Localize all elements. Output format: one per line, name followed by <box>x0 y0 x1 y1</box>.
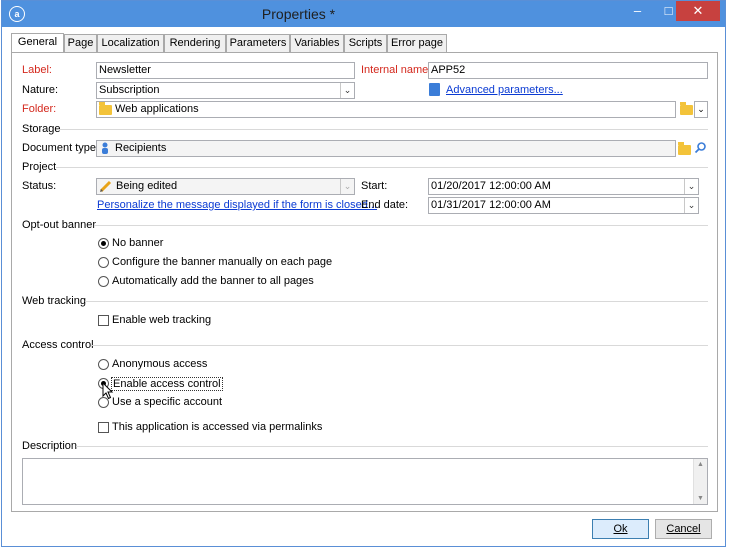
radio-configure-banner[interactable] <box>98 257 109 268</box>
web-tracking-divider <box>85 301 708 302</box>
status-label: Status: <box>22 180 57 192</box>
tab-page[interactable]: Page <box>64 34 97 52</box>
radio-auto-banner-label: Automatically add the banner to all page… <box>112 275 314 287</box>
access-control-section-title: Access control <box>22 339 94 351</box>
storage-divider <box>58 129 708 130</box>
end-date-value: 01/31/2017 12:00:00 AM <box>431 199 551 211</box>
project-divider <box>56 167 708 168</box>
end-date-label: End date: <box>361 199 409 211</box>
permalinks-label: This application is accessed via permali… <box>112 421 323 433</box>
start-date-chevron-icon[interactable]: ⌄ <box>684 179 698 194</box>
ok-button-label: Ok <box>613 523 628 535</box>
optout-section-title: Opt-out banner <box>22 219 96 231</box>
end-date-chevron-icon[interactable]: ⌄ <box>684 198 698 213</box>
status-chevron-down-icon[interactable]: ⌄ <box>340 179 354 194</box>
start-date-input[interactable]: 01/20/2017 12:00:00 AM ⌄ <box>428 178 699 195</box>
description-section-title: Description <box>22 440 78 452</box>
document-type-input[interactable]: Recipients <box>96 140 676 157</box>
tab-rendering[interactable]: Rendering <box>164 34 226 52</box>
description-divider <box>76 446 708 447</box>
folder-browse-icon[interactable] <box>680 102 693 115</box>
folder-label: Folder: <box>22 103 57 115</box>
title-bar[interactable]: a Properties * – □ ✕ <box>2 1 725 27</box>
document-type-label: Document type: <box>22 142 100 154</box>
description-scrollbar[interactable]: ▲ ▼ <box>693 459 707 504</box>
start-date-value: 01/20/2017 12:00:00 AM <box>431 180 551 192</box>
radio-auto-banner[interactable] <box>98 276 109 287</box>
label-field-label: Label: <box>22 64 52 76</box>
folder-input[interactable]: Web applications <box>96 101 676 118</box>
internal-name-input[interactable]: APP52 <box>428 62 708 79</box>
radio-specific-account-label: Use a specific account <box>112 396 223 408</box>
cancel-button[interactable]: Cancel <box>655 519 712 539</box>
person-icon <box>101 142 108 154</box>
description-textarea[interactable]: ▲ ▼ <box>22 458 708 505</box>
chevron-down-icon[interactable]: ⌄ <box>340 83 354 98</box>
tab-localization[interactable]: Localization <box>97 34 164 52</box>
window-title: Properties * <box>261 6 336 22</box>
status-select[interactable]: Being edited ⌄ <box>96 178 355 195</box>
radio-configure-banner-label: Configure the banner manually on each pa… <box>112 256 333 268</box>
scroll-up-icon[interactable]: ▲ <box>697 461 704 468</box>
end-date-input[interactable]: 01/31/2017 12:00:00 AM ⌄ <box>428 197 699 214</box>
status-value: Being edited <box>116 180 178 192</box>
folder-value: Web applications <box>115 103 199 115</box>
mouse-cursor-icon <box>102 381 114 400</box>
label-input[interactable]: Newsletter <box>96 62 355 79</box>
advanced-parameters-link[interactable]: Advanced parameters... <box>446 84 563 96</box>
tab-scripts[interactable]: Scripts <box>344 34 387 52</box>
optout-divider <box>94 225 708 226</box>
radio-no-banner[interactable] <box>98 238 109 249</box>
radio-enable-access-control-label: Enable access control <box>111 377 223 391</box>
clipboard-icon <box>429 83 440 96</box>
scroll-down-icon[interactable]: ▼ <box>697 495 704 502</box>
internal-name-label: Internal name: <box>361 64 432 76</box>
tab-parameters[interactable]: Parameters <box>226 34 290 52</box>
enable-web-tracking-label: Enable web tracking <box>112 314 212 326</box>
storage-section-title: Storage <box>22 123 61 135</box>
tab-general[interactable]: General <box>11 33 64 54</box>
radio-anonymous-access-label: Anonymous access <box>112 358 208 370</box>
nature-select[interactable]: Subscription ⌄ <box>96 82 355 99</box>
web-tracking-section-title: Web tracking <box>22 295 86 307</box>
tab-error-page[interactable]: Error page <box>387 34 447 52</box>
document-type-folder-icon[interactable] <box>678 142 691 155</box>
tab-variables[interactable]: Variables <box>290 34 344 52</box>
minimize-button[interactable]: – <box>623 1 652 21</box>
radio-no-banner-label: No banner <box>112 237 164 249</box>
radio-anonymous-access[interactable] <box>98 359 109 370</box>
access-control-divider <box>91 345 708 346</box>
pencil-icon <box>99 179 113 193</box>
nature-label: Nature: <box>22 84 59 96</box>
close-button[interactable]: ✕ <box>676 1 720 21</box>
nature-value: Subscription <box>99 84 160 96</box>
folder-icon <box>99 102 112 115</box>
folder-dropdown-button[interactable]: ⌄ <box>694 101 708 118</box>
document-type-value: Recipients <box>115 142 167 154</box>
cancel-button-label: Cancel <box>666 523 701 535</box>
ok-button[interactable]: Ok <box>592 519 649 539</box>
personalize-message-link[interactable]: Personalize the message displayed if the… <box>97 199 377 211</box>
start-label: Start: <box>361 180 388 192</box>
search-icon[interactable] <box>694 141 707 154</box>
project-section-title: Project <box>22 161 57 173</box>
enable-web-tracking-checkbox[interactable] <box>98 315 109 326</box>
permalinks-checkbox[interactable] <box>98 422 109 433</box>
